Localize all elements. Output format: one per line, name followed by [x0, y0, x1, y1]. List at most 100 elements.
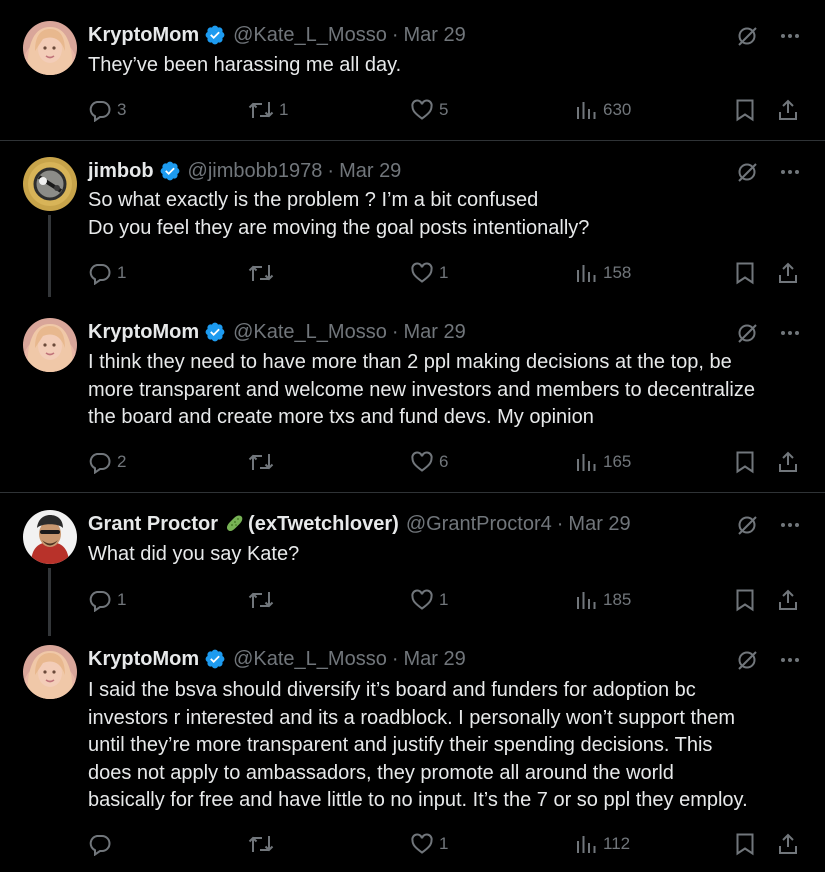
- display-name[interactable]: jimbob: [88, 159, 154, 183]
- tweet-text-line: until they’re more transparent and justi…: [88, 734, 713, 756]
- more-icon[interactable]: [779, 161, 801, 183]
- more-icon[interactable]: [779, 25, 801, 47]
- share-button[interactable]: [776, 258, 800, 288]
- avatar-kryptomom[interactable]: [23, 21, 77, 75]
- share-button[interactable]: [776, 585, 800, 615]
- tweet-top-actions: [735, 513, 801, 537]
- more-icon[interactable]: [779, 322, 801, 344]
- bookmark-icon: [736, 262, 754, 285]
- timestamp[interactable]: Mar 29: [404, 647, 466, 671]
- pickle-emoji-icon: [226, 515, 243, 532]
- tweet-text-line: more transparent and welcome new investo…: [88, 378, 755, 401]
- tweet-top-actions: [735, 160, 801, 184]
- tweet-text: I think they need to have more than 2 pp…: [88, 349, 803, 432]
- views-button[interactable]: 165: [574, 447, 631, 477]
- reply-count: 2: [117, 452, 127, 471]
- reply-button[interactable]: 2: [88, 447, 126, 477]
- tweet-3[interactable]: Grant Proctor (exTwetchlover) @GrantProct…: [0, 493, 825, 636]
- retweet-icon: [248, 592, 274, 608]
- separator-dot: ·: [327, 160, 335, 182]
- tweet-2[interactable]: KryptoMom @Kate_L_Mosso · Mar 29 I think…: [0, 297, 825, 492]
- views-button[interactable]: 158: [574, 258, 631, 288]
- retweet-button[interactable]: [248, 447, 279, 477]
- handle[interactable]: @Kate_L_Mosso: [233, 320, 387, 344]
- verified-badge-icon: [205, 25, 225, 45]
- tweet-text-line: basically for free and have little to no…: [88, 789, 748, 811]
- like-button[interactable]: 1: [410, 258, 448, 288]
- timestamp[interactable]: Mar 29: [339, 159, 401, 183]
- grok-icon[interactable]: [735, 648, 759, 672]
- display-name[interactable]: KryptoMom: [88, 320, 199, 344]
- retweet-button[interactable]: [248, 258, 279, 288]
- like-button[interactable]: 6: [410, 447, 448, 477]
- tweet-actions: 1 1 185: [88, 585, 800, 615]
- timestamp[interactable]: Mar 29: [404, 23, 466, 47]
- reply-icon: [89, 101, 111, 122]
- bookmark-icon: [736, 99, 754, 122]
- bookmark-button[interactable]: [734, 95, 756, 125]
- tweet-actions: 1 112: [88, 829, 800, 859]
- retweet-button[interactable]: [248, 829, 279, 859]
- views-count: 630: [603, 100, 632, 119]
- grok-icon[interactable]: [735, 513, 759, 537]
- avatar-kryptomom[interactable]: [23, 645, 77, 699]
- share-button[interactable]: [776, 95, 800, 125]
- tweet-text: I said the bsva should diversify it’s bo…: [88, 677, 803, 815]
- avatar-kryptomom[interactable]: [23, 318, 77, 372]
- avatar-grant-proctor[interactable]: [23, 510, 77, 564]
- reply-button[interactable]: 1: [88, 585, 126, 615]
- timestamp[interactable]: Mar 29: [568, 512, 630, 536]
- tweet-header: jimbob @jimbobb1978 · Mar 29: [88, 159, 401, 183]
- like-icon: [411, 833, 433, 854]
- reply-button[interactable]: 3: [88, 95, 126, 125]
- bookmark-button[interactable]: [734, 447, 756, 477]
- bookmark-button[interactable]: [734, 585, 756, 615]
- more-icon[interactable]: [779, 649, 801, 671]
- like-icon: [411, 589, 433, 610]
- tweet-text-line: I said the bsva should diversify it’s bo…: [88, 679, 696, 701]
- views-button[interactable]: 630: [574, 95, 631, 125]
- like-count: 1: [439, 590, 449, 609]
- tweet-1[interactable]: jimbob @jimbobb1978 · Mar 29 So what exa…: [0, 141, 825, 297]
- grok-icon[interactable]: [735, 321, 759, 345]
- avatar-jimbob[interactable]: [23, 157, 77, 211]
- like-button[interactable]: 1: [410, 585, 448, 615]
- display-name[interactable]: KryptoMom: [88, 23, 199, 47]
- bookmark-icon: [736, 589, 754, 612]
- views-button[interactable]: 185: [574, 585, 631, 615]
- bookmark-button[interactable]: [734, 258, 756, 288]
- grok-icon[interactable]: [735, 24, 759, 48]
- timestamp[interactable]: Mar 29: [404, 320, 466, 344]
- separator-dot: ·: [391, 648, 399, 670]
- reply-button[interactable]: 1: [88, 258, 126, 288]
- like-icon: [411, 262, 433, 283]
- retweet-icon: [248, 836, 274, 852]
- tweet-text-line: I think they need to have more than 2 pp…: [88, 351, 732, 373]
- like-button[interactable]: 5: [410, 95, 448, 125]
- tweet-4[interactable]: KryptoMom @Kate_L_Mosso · Mar 29 I said …: [0, 633, 825, 872]
- share-button[interactable]: [776, 829, 800, 859]
- display-name[interactable]: Grant Proctor (exTwetchlover): [88, 512, 399, 536]
- like-button[interactable]: 1: [410, 829, 448, 859]
- retweet-button[interactable]: [248, 585, 279, 615]
- handle[interactable]: @GrantProctor4: [406, 512, 552, 536]
- reply-icon: [89, 264, 111, 285]
- views-icon: [577, 592, 596, 609]
- tweet-actions: 2 6 165: [88, 447, 800, 477]
- share-button[interactable]: [776, 447, 800, 477]
- handle[interactable]: @Kate_L_Mosso: [233, 23, 387, 47]
- views-button[interactable]: 112: [574, 829, 630, 859]
- handle[interactable]: @Kate_L_Mosso: [233, 647, 387, 671]
- share-icon: [779, 589, 797, 610]
- tweet-0[interactable]: KryptoMom @Kate_L_Mosso · Mar 29 They’ve…: [0, 0, 825, 140]
- reply-button[interactable]: [88, 829, 117, 859]
- grok-icon[interactable]: [735, 160, 759, 184]
- tweet-text-line: They’ve been harassing me all day.: [88, 54, 402, 76]
- retweet-button[interactable]: 1: [248, 95, 288, 125]
- tweet-text-line: What did you say Kate?: [88, 543, 300, 565]
- more-icon[interactable]: [779, 514, 801, 536]
- bookmark-button[interactable]: [734, 829, 756, 859]
- display-name[interactable]: KryptoMom: [88, 647, 199, 671]
- share-icon: [779, 451, 797, 472]
- handle[interactable]: @jimbobb1978: [188, 159, 323, 183]
